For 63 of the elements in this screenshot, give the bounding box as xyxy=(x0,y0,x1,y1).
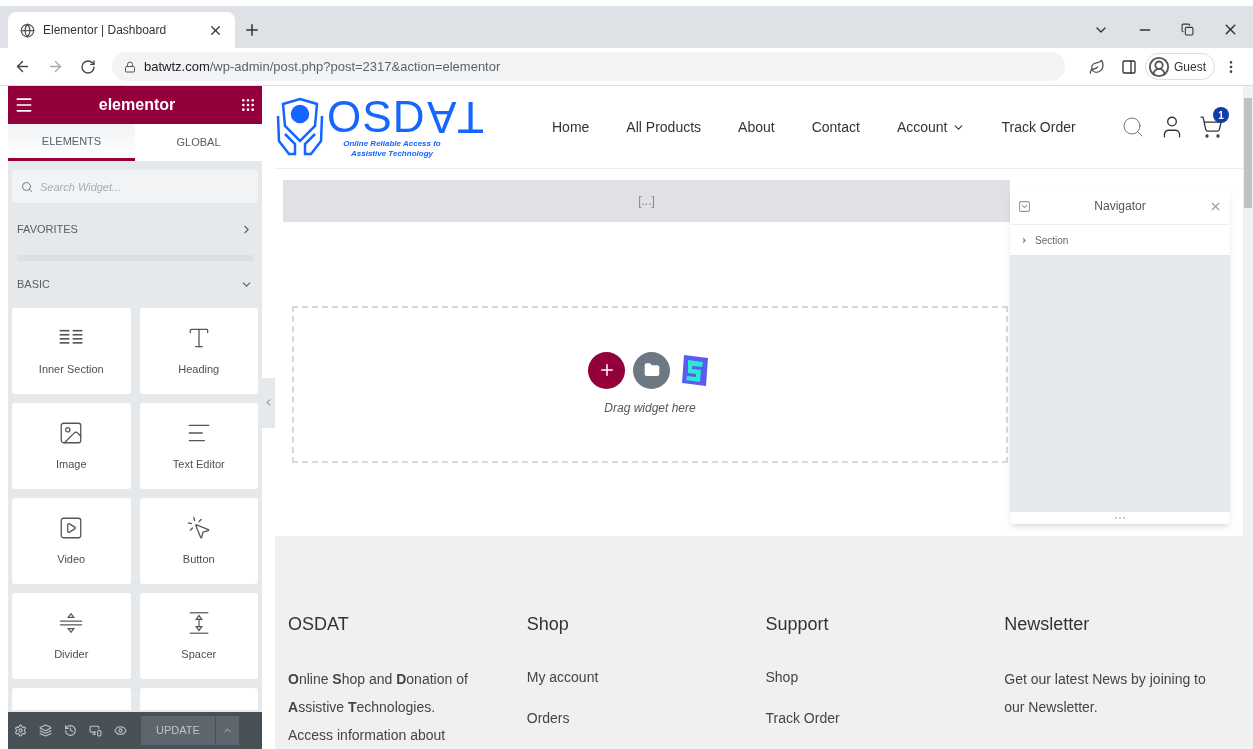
brand-name: elementor xyxy=(98,95,176,115)
navigator-item[interactable]: Section xyxy=(1010,225,1230,255)
settings-icon[interactable] xyxy=(14,724,27,737)
footer-link[interactable]: Orders xyxy=(526,708,766,729)
footer-heading: Shop xyxy=(526,613,570,636)
search-field[interactable]: Search Widget... xyxy=(12,170,258,203)
new-tab-icon[interactable] xyxy=(243,21,261,39)
category-header[interactable]: FAVORITES xyxy=(17,203,253,255)
address-bar[interactable]: batwtz.com/wp-admin/post.php?post=2317&action=elementor xyxy=(112,52,1065,81)
footer-heading: Newsletter xyxy=(1004,613,1091,636)
scrollbar[interactable] xyxy=(1243,86,1253,749)
history-icon[interactable] xyxy=(64,724,77,737)
browser-tab[interactable]: Elementor | Dashboard xyxy=(8,12,235,48)
footer-link[interactable]: Shop xyxy=(765,667,1005,688)
reload-icon[interactable] xyxy=(80,58,96,75)
widget-card[interactable]: Spacer xyxy=(139,593,258,679)
grid-icon[interactable] xyxy=(240,97,256,113)
tab-title: Elementor | Dashboard xyxy=(43,22,168,39)
nav-link[interactable]: Home xyxy=(552,116,590,138)
widget-card[interactable]: Divider xyxy=(12,593,131,679)
navigator-title: Navigator xyxy=(1093,198,1147,215)
restore-icon[interactable] xyxy=(1181,23,1194,36)
search-icon xyxy=(21,181,33,193)
widget-card[interactable]: Button xyxy=(139,498,258,584)
leaf-icon[interactable] xyxy=(1089,58,1105,75)
add-section-button[interactable] xyxy=(588,351,625,389)
back-icon[interactable] xyxy=(14,58,31,75)
widget-card[interactable]: Heading xyxy=(139,308,258,394)
cart-count-badge: 1 xyxy=(1213,107,1229,124)
collapse-icon[interactable] xyxy=(1018,199,1031,213)
menu-icon[interactable] xyxy=(14,95,34,115)
widget-card[interactable]: Inner Section xyxy=(12,308,131,394)
footer-link[interactable]: Track Order xyxy=(765,708,1005,729)
nav-link[interactable]: Account xyxy=(896,116,965,138)
folder-icon xyxy=(643,362,660,379)
footer-heading: OSDAT xyxy=(288,613,350,636)
responsive-icon[interactable] xyxy=(89,724,102,737)
footer-link[interactable]: My account xyxy=(526,667,766,688)
widget-card[interactable]: Image xyxy=(12,403,131,489)
side-panel-icon[interactable] xyxy=(1121,58,1137,75)
collapse-handle[interactable] xyxy=(262,377,275,428)
caret-right-icon xyxy=(1020,235,1029,245)
nav-link[interactable]: About xyxy=(738,116,775,138)
panel-tab[interactable]: ELEMENTS xyxy=(8,124,135,161)
widget-card[interactable]: Video xyxy=(12,498,131,584)
url-text: batwtz.com/wp-admin/post.php?post=2317&action=elementor xyxy=(144,57,501,76)
globe-icon xyxy=(20,22,35,38)
preview-icon[interactable] xyxy=(114,724,127,737)
widget-card[interactable]: Text Editor xyxy=(139,403,258,489)
drop-zone[interactable]: Drag widget here xyxy=(292,305,1008,463)
layers-icon[interactable] xyxy=(39,724,52,737)
nav-link[interactable]: Contact xyxy=(811,116,860,138)
site-logo[interactable]: OSD AT Online Reliable Access to Assistive Technology xyxy=(327,95,485,160)
footer-heading: Support xyxy=(765,613,830,636)
footer-text: Online Shop and Donation of Assistive Technologies. Access information about xyxy=(288,670,469,745)
nav-link[interactable]: Track Order xyxy=(1001,116,1076,138)
template-library-button[interactable] xyxy=(633,351,670,389)
footer-text: Get our latest News by joining to our Newsletter. xyxy=(1004,670,1207,717)
avatar-icon xyxy=(1148,55,1170,78)
nav-link[interactable]: All Products xyxy=(626,116,702,138)
pointer-icon xyxy=(185,514,212,541)
drop-hint: Drag widget here xyxy=(604,399,696,417)
lock-icon xyxy=(124,60,136,73)
